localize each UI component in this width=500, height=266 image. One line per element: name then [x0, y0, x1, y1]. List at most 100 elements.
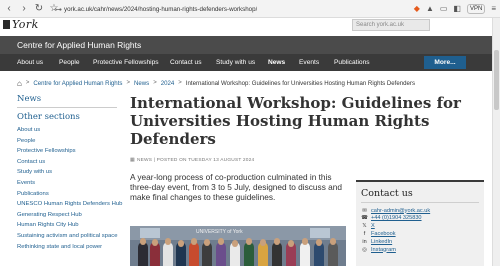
photo-head [204, 239, 210, 246]
photo-head [330, 238, 336, 245]
photo-window [140, 228, 160, 238]
contact-x-link[interactable]: X [371, 223, 375, 229]
sidebar-title[interactable]: News [17, 94, 41, 104]
breadcrumb-separator: > [178, 80, 182, 86]
contact-row-phone: ☎ +44 (0)1904 325830 [361, 215, 430, 222]
brave-shield-icon[interactable]: ◆ [414, 3, 420, 15]
sidebar-heading: Other sections [17, 112, 80, 122]
breadcrumb-link-centre[interactable]: Centre for Applied Human Rights [33, 80, 122, 87]
sidebar-list: About us People Protective Fellowships C… [17, 127, 123, 254]
breadcrumb-link-news[interactable]: News [134, 80, 149, 87]
address-bar[interactable]: ⊶ york.ac.uk/cahr/news/2024/hosting-huma… [54, 3, 332, 15]
nav-item-about-us[interactable]: About us [17, 54, 43, 71]
contact-divider [361, 202, 479, 203]
sidebar-item-study-with-us[interactable]: Study with us [17, 169, 123, 176]
sidebar-item-protective-fellowships[interactable]: Protective Fellowships [17, 148, 123, 155]
sidebar-item-contact-us[interactable]: Contact us [17, 159, 123, 166]
vpn-button[interactable]: VPN [466, 4, 486, 14]
sidebar-item-publications[interactable]: Publications [17, 191, 123, 198]
sidebar-item-unesco-hub[interactable]: UNESCO Human Rights Defenders Hub [17, 201, 123, 208]
sidebar-divider [17, 107, 117, 108]
photo-head [274, 238, 280, 245]
contact-instagram-link[interactable]: Instagram [371, 247, 396, 253]
x-icon: 𝕏 [362, 223, 367, 230]
contact-row-facebook: f Facebook [361, 230, 430, 237]
menu-icon[interactable]: ≡ [491, 3, 496, 15]
contact-list: ✉ cahr-admin@york.ac.uk ☎ +44 (0)1904 32… [361, 207, 430, 254]
sidebar-icon[interactable]: ▭ [440, 3, 448, 15]
url-text[interactable]: york.ac.uk/cahr/news/2024/hosting-human-… [64, 6, 257, 13]
back-icon[interactable]: ‹ [3, 3, 15, 15]
forward-icon[interactable]: › [18, 3, 30, 15]
sidebar-item-human-rights-city-hub[interactable]: Human Rights City Hub [17, 222, 123, 229]
email-icon: ✉ [362, 207, 367, 214]
main-navigation: About us People Protective Fellowships C… [0, 54, 492, 71]
photo-head [218, 238, 224, 245]
instagram-icon: ◎ [362, 246, 367, 253]
breadcrumb-link-2024[interactable]: 2024 [161, 80, 175, 87]
contact-facebook-link[interactable]: Facebook [371, 231, 396, 237]
photo-person [244, 242, 254, 266]
sidebar-item-events[interactable]: Events [17, 180, 123, 187]
sidebar-item-rethinking-state-power[interactable]: Rethinking state and local power [17, 244, 123, 251]
contact-panel: Contact us ✉ cahr-admin@york.ac.uk ☎ +44… [356, 180, 484, 266]
nav-item-events[interactable]: Events [299, 54, 319, 71]
breadcrumb-separator: > [126, 80, 130, 86]
breadcrumb-separator: > [25, 80, 30, 86]
browser-extensions: ◆ ▲ ▭ ◧ VPN ≡ [414, 3, 496, 15]
nav-more-button[interactable]: More... [424, 56, 466, 69]
logo-text: York [12, 18, 39, 31]
contact-row-linkedin: in LinkedIn [361, 238, 430, 245]
nav-item-study-with-us[interactable]: Study with us [216, 54, 255, 71]
nav-item-contact-us[interactable]: Contact us [170, 54, 202, 71]
photo-person [216, 242, 226, 266]
photo-head [165, 238, 171, 245]
site-info-icon[interactable]: ⊶ [54, 5, 64, 14]
nav-item-publications[interactable]: Publications [334, 54, 370, 71]
photo-person [163, 242, 173, 266]
sidebar-item-people[interactable]: People [17, 138, 123, 145]
reload-icon[interactable]: ↻ [33, 3, 45, 15]
home-icon[interactable]: ⌂ [17, 79, 22, 88]
nav-item-news[interactable]: News [268, 54, 285, 71]
rewards-icon[interactable]: ▲ [426, 3, 434, 15]
contact-linkedin-link[interactable]: LinkedIn [371, 239, 392, 245]
contact-title: Contact us [361, 188, 413, 199]
site-search-input[interactable]: Search york.ac.uk [352, 19, 430, 31]
workshop-photo: UNIVERSITY of York [130, 226, 346, 266]
university-logo[interactable]: York [3, 18, 39, 31]
photo-head [152, 239, 158, 246]
nav-item-people[interactable]: People [59, 54, 80, 71]
department-title[interactable]: Centre for Applied Human Rights [17, 40, 141, 50]
photo-head [246, 238, 252, 245]
scrollbar-thumb[interactable] [494, 50, 499, 110]
sidebar-item-about-us[interactable]: About us [17, 127, 123, 134]
contact-row-instagram: ◎ Instagram [361, 246, 430, 253]
photo-head [178, 240, 184, 247]
sidebar-item-generating-respect-hub[interactable]: Generating Respect Hub [17, 212, 123, 219]
calendar-icon: ▦ [130, 157, 135, 163]
photo-head [302, 238, 308, 245]
crest-icon [3, 20, 10, 29]
wallet-icon[interactable]: ◧ [453, 3, 461, 15]
article-lead: A year-long process of co-production cul… [130, 172, 342, 203]
photo-sign-text: UNIVERSITY of York [196, 229, 243, 235]
page-scrollbar[interactable] [492, 18, 500, 266]
breadcrumb-separator: > [153, 80, 157, 86]
photo-head [260, 239, 266, 246]
contact-phone-link[interactable]: +44 (0)1904 325830 [371, 215, 422, 221]
article-meta-text: NEWS | POSTED ON TUESDAY 13 AUGUST 2024 [136, 158, 255, 163]
nav-item-protective-fellowships[interactable]: Protective Fellowships [93, 54, 159, 71]
phone-icon: ☎ [361, 215, 368, 222]
photo-person [272, 242, 282, 266]
sidebar-item-sustaining-activism[interactable]: Sustaining activism and political space [17, 233, 123, 240]
university-header: York Search york.ac.uk [0, 18, 500, 36]
photo-person [138, 242, 148, 266]
article-meta: ▦ NEWS | POSTED ON TUESDAY 13 AUGUST 2024 [130, 157, 254, 163]
contact-email-link[interactable]: cahr-admin@york.ac.uk [371, 208, 430, 214]
photo-head [288, 240, 294, 247]
contact-row-x: 𝕏 X [361, 223, 430, 230]
photo-window [310, 228, 330, 238]
article-title: International Workshop: Guidelines for U… [130, 94, 461, 148]
photo-person [328, 242, 338, 266]
